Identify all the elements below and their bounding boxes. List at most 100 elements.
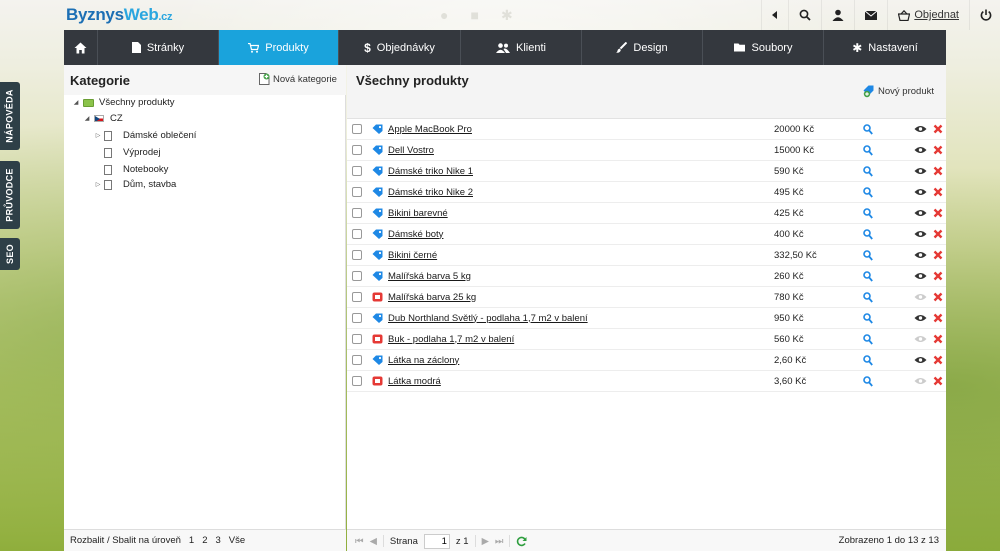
row-checkbox[interactable]	[352, 208, 362, 218]
eye-hidden-icon[interactable]	[914, 335, 927, 343]
table-row[interactable]: Dámské boty 400 Kč	[347, 224, 946, 245]
side-tab-napoveda[interactable]: NÁPOVĚDA	[0, 82, 20, 150]
row-checkbox[interactable]	[352, 376, 362, 386]
nav-item-objednavky[interactable]: $ Objednávky	[339, 30, 461, 65]
eye-icon[interactable]	[914, 314, 927, 322]
search-icon[interactable]	[863, 187, 873, 198]
product-name-link[interactable]: Malířská barva 25 kg	[388, 292, 476, 303]
nav-item-stranky[interactable]: Stránky	[98, 30, 219, 65]
delete-icon[interactable]	[933, 145, 943, 155]
search-icon[interactable]	[863, 313, 873, 324]
new-category-button[interactable]: Nová kategorie	[259, 73, 337, 85]
product-name-link[interactable]: Apple MacBook Pro	[388, 124, 472, 135]
page-number-input[interactable]	[423, 533, 450, 549]
search-icon[interactable]	[863, 271, 873, 282]
eye-icon[interactable]	[914, 125, 927, 133]
search-icon[interactable]	[863, 292, 873, 303]
search-icon[interactable]	[863, 250, 873, 261]
delete-icon[interactable]	[933, 166, 943, 176]
product-name-link[interactable]: Bikini barevné	[388, 208, 448, 219]
mail-icon[interactable]	[854, 0, 887, 30]
search-icon[interactable]	[863, 229, 873, 240]
delete-icon[interactable]	[933, 292, 943, 302]
nav-item-produkty[interactable]: Produkty	[219, 30, 339, 65]
product-name-link[interactable]: Dell Vostro	[388, 145, 434, 156]
product-name-link[interactable]: Dámské boty	[388, 229, 443, 240]
prev-page-icon[interactable]: ◀	[370, 536, 377, 547]
eye-icon[interactable]	[914, 251, 927, 259]
row-checkbox[interactable]	[352, 334, 362, 344]
eye-icon[interactable]	[914, 167, 927, 175]
search-icon[interactable]	[788, 0, 821, 30]
eye-icon[interactable]	[914, 230, 927, 238]
search-icon[interactable]	[863, 124, 873, 135]
search-icon[interactable]	[863, 166, 873, 177]
product-name-link[interactable]: Dámské triko Nike 1	[388, 166, 473, 177]
row-checkbox[interactable]	[352, 187, 362, 197]
search-icon[interactable]	[863, 376, 873, 387]
table-row[interactable]: Dub Northland Světlý - podlaha 1,7 m2 v …	[347, 308, 946, 329]
last-page-icon[interactable]: ⏭	[495, 536, 504, 547]
table-row[interactable]: Buk - podlaha 1,7 m2 v balení 560 Kč	[347, 329, 946, 350]
search-icon[interactable]	[863, 334, 873, 345]
delete-icon[interactable]	[933, 124, 943, 134]
level-link-2[interactable]: 2	[202, 535, 207, 546]
table-row[interactable]: Látka na záclony 2,60 Kč	[347, 350, 946, 371]
row-checkbox[interactable]	[352, 229, 362, 239]
table-row[interactable]: Apple MacBook Pro 20000 Kč	[347, 119, 946, 140]
nav-item-klienti[interactable]: Klienti	[461, 30, 582, 65]
row-checkbox[interactable]	[352, 124, 362, 134]
eye-icon[interactable]	[914, 188, 927, 196]
next-page-icon[interactable]: ▶	[482, 536, 489, 547]
delete-icon[interactable]	[933, 355, 943, 365]
row-checkbox[interactable]	[352, 355, 362, 365]
delete-icon[interactable]	[933, 208, 943, 218]
collapse-triangle-icon[interactable]: ◢	[83, 115, 91, 122]
nav-item-nastaveni[interactable]: ✱ Nastavení	[824, 30, 946, 65]
product-name-link[interactable]: Buk - podlaha 1,7 m2 v balení	[388, 334, 514, 345]
first-page-icon[interactable]: ⏮	[355, 536, 364, 547]
eye-hidden-icon[interactable]	[914, 377, 927, 385]
delete-icon[interactable]	[933, 229, 943, 239]
product-name-link[interactable]: Látka na záclony	[388, 355, 459, 366]
row-checkbox[interactable]	[352, 271, 362, 281]
order-link[interactable]: Objednat	[887, 0, 969, 30]
side-tab-pruvodce[interactable]: PRŮVODCE	[0, 161, 20, 229]
product-name-link[interactable]: Látka modrá	[388, 376, 441, 387]
tree-node-dum-stavba[interactable]: ▷ Dům, stavba	[94, 179, 177, 190]
back-arrow-icon[interactable]	[761, 0, 788, 30]
row-checkbox[interactable]	[352, 292, 362, 302]
logo[interactable]: ByznysWeb.cz	[66, 5, 172, 25]
expand-triangle-icon[interactable]: ▷	[94, 181, 102, 188]
level-link-1[interactable]: 1	[189, 535, 194, 546]
search-icon[interactable]	[863, 355, 873, 366]
delete-icon[interactable]	[933, 271, 943, 281]
delete-icon[interactable]	[933, 334, 943, 344]
level-link-3[interactable]: 3	[216, 535, 221, 546]
table-row[interactable]: Malířská barva 5 kg 260 Kč	[347, 266, 946, 287]
nav-home[interactable]	[64, 30, 98, 65]
eye-icon[interactable]	[914, 209, 927, 217]
eye-icon[interactable]	[914, 272, 927, 280]
table-row[interactable]: Malířská barva 25 kg 780 Kč	[347, 287, 946, 308]
tree-node-damske-obleceni[interactable]: ▷ Dámské oblečení	[94, 130, 197, 141]
tree-node-vyprodej[interactable]: Výprodej	[94, 147, 161, 158]
eye-hidden-icon[interactable]	[914, 293, 927, 301]
table-row[interactable]: Dámské triko Nike 1 590 Kč	[347, 161, 946, 182]
delete-icon[interactable]	[933, 376, 943, 386]
row-checkbox[interactable]	[352, 250, 362, 260]
nav-item-soubory[interactable]: Soubory	[703, 30, 824, 65]
tree-node-cz[interactable]: ◢ CZ	[83, 113, 123, 124]
table-row[interactable]: Dell Vostro 15000 Kč	[347, 140, 946, 161]
product-name-link[interactable]: Dub Northland Světlý - podlaha 1,7 m2 v …	[388, 313, 588, 324]
delete-icon[interactable]	[933, 313, 943, 323]
table-row[interactable]: Bikini barevné 425 Kč	[347, 203, 946, 224]
product-name-link[interactable]: Dámské triko Nike 2	[388, 187, 473, 198]
product-name-link[interactable]: Bikini černé	[388, 250, 437, 261]
product-name-link[interactable]: Malířská barva 5 kg	[388, 271, 471, 282]
row-checkbox[interactable]	[352, 166, 362, 176]
refresh-icon[interactable]	[516, 536, 527, 547]
table-row[interactable]: Bikini černé 332,50 Kč	[347, 245, 946, 266]
collapse-triangle-icon[interactable]: ◢	[72, 99, 80, 106]
power-icon[interactable]	[969, 0, 1000, 30]
